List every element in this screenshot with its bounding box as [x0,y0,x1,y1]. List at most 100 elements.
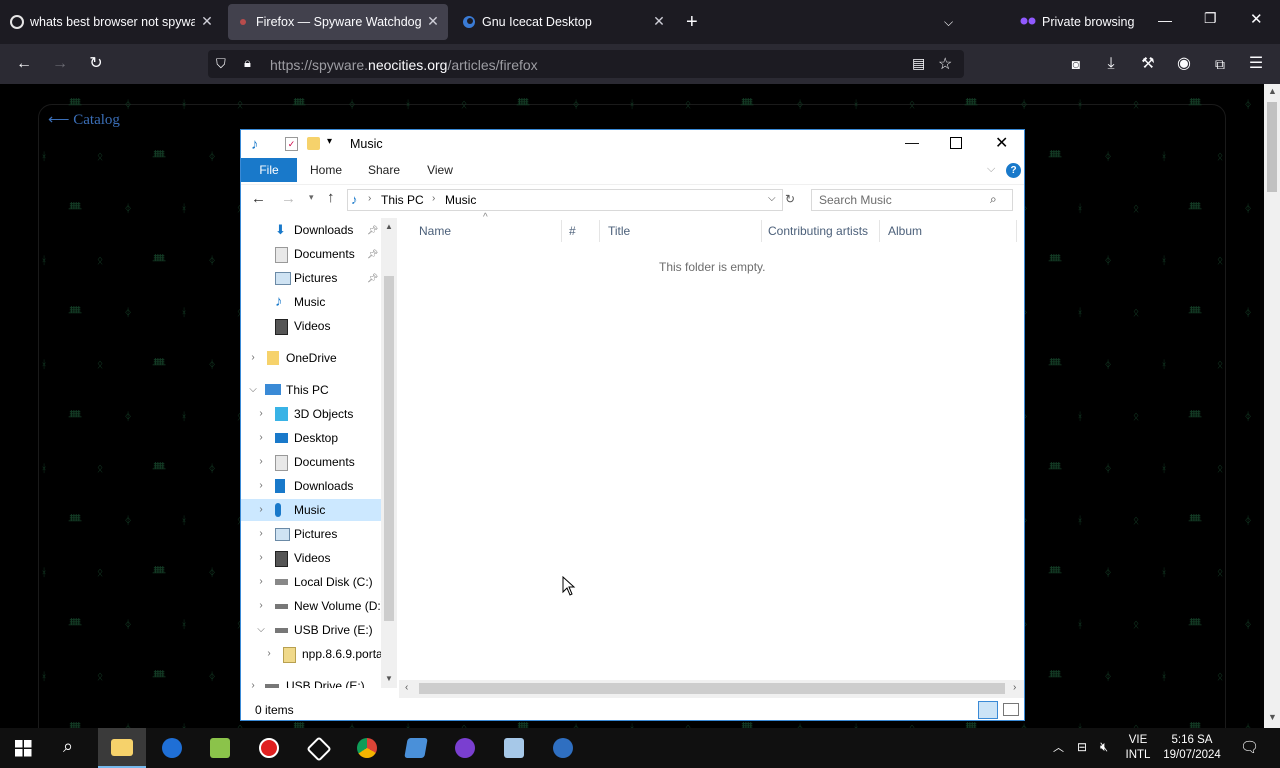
properties-icon[interactable]: ✓ [285,137,298,151]
minimize-window-icon[interactable]: — [905,134,919,150]
breadcrumb-this-pc[interactable]: This PC [381,193,424,207]
column-divider[interactable] [1016,220,1017,242]
minimize-browser-icon[interactable]: — [1158,12,1172,28]
close-window-icon[interactable]: ✕ [995,133,1008,153]
reload-icon[interactable]: ↻ [86,54,106,74]
clock[interactable]: 5:16 SA 19/07/2024 [1158,733,1226,763]
search-button[interactable]: ⌕ [48,728,96,768]
expand-chevron-icon[interactable]: › [256,595,266,617]
notifications-icon[interactable]: 🗨︎ [1240,738,1259,756]
recent-locations-icon[interactable]: ▾ [309,192,314,203]
details-view-icon[interactable] [978,701,998,719]
taskbar-3d-viewer[interactable] [294,728,342,768]
url-text[interactable]: https://spyware.neocities.org/articles/f… [270,57,538,73]
nav-item-this-pc[interactable]: ⌵ This PC [241,379,381,401]
forward-icon[interactable]: → [50,54,70,74]
volume-muted-icon[interactable]: 🔇︎ [1100,739,1108,755]
expand-chevron-icon[interactable]: › [256,403,266,425]
nav-item-local-disk-c[interactable]: › Local Disk (C:) [241,571,381,593]
bookmark-star-icon[interactable]: ☆ [938,54,952,74]
pin-icon[interactable]: 📌︎ [367,267,378,289]
expand-chevron-icon[interactable]: › [256,451,266,473]
column-divider[interactable] [879,220,880,242]
collapse-chevron-icon[interactable]: ⌵ [256,619,266,641]
expand-chevron-icon[interactable]: › [256,547,266,569]
scroll-thumb[interactable] [419,683,1005,694]
scroll-right-icon[interactable]: › [1013,682,1016,693]
close-tab-icon[interactable]: ✕ [426,14,440,28]
breadcrumb-music[interactable]: Music [445,193,476,207]
downloads-icon[interactable]: ⤓ [1101,54,1121,74]
column-divider[interactable] [561,220,562,242]
expand-chevron-icon[interactable]: › [256,475,266,497]
back-icon[interactable]: ← [251,190,266,207]
expand-chevron-icon[interactable]: › [248,347,258,369]
taskbar-private-firefox[interactable] [441,728,489,768]
tab-home[interactable]: Home [303,158,349,182]
address-dropdown-icon[interactable]: ⌵ [768,193,776,204]
nav-item-pictures-quick[interactable]: Pictures 📌︎ [241,267,381,289]
nav-item-3d-objects[interactable]: › 3D Objects [241,403,381,425]
extensions-icon[interactable]: ⧉ [1210,54,1230,74]
network-icon[interactable]: ⊟ [1077,740,1087,754]
taskbar-notepad-plus-plus[interactable] [196,728,244,768]
menu-hamburger-icon[interactable]: ☰ [1246,54,1266,74]
tab-search-results[interactable]: whats best browser not spyware ✕ [2,4,222,40]
tools-wrench-icon[interactable]: ⚒ [1138,54,1158,74]
close-tab-icon[interactable]: ✕ [652,14,666,28]
new-tab-icon[interactable]: + [686,12,704,32]
tab-share[interactable]: Share [361,158,407,182]
nav-pane-scrollbar[interactable]: ▲ ▼ [381,218,397,688]
large-icons-view-icon[interactable] [1003,703,1019,716]
tab-icecat[interactable]: Gnu Icecat Desktop ✕ [454,4,674,40]
scroll-up-icon[interactable]: ▲ [1268,86,1277,96]
taskbar-installer[interactable] [490,728,538,768]
column-divider[interactable] [599,220,600,242]
nav-item-usb-drive-bottom[interactable]: › USB Drive (E:) [241,675,381,688]
close-browser-icon[interactable]: ✕ [1250,10,1264,28]
tab-file[interactable]: File [241,158,297,182]
column-divider[interactable] [761,220,762,242]
page-scrollbar[interactable]: ▲ ▼ [1264,84,1280,728]
start-button[interactable] [0,728,48,768]
expand-chevron-icon[interactable]: › [256,571,266,593]
column-name[interactable]: Name [419,224,451,238]
taskbar-firefox[interactable] [148,728,196,768]
list-tabs-chevron-icon[interactable]: ⌵ [944,12,962,32]
horizontal-scrollbar[interactable]: ‹ › [399,680,1024,698]
new-folder-icon[interactable] [307,137,320,150]
pin-icon[interactable]: 📌︎ [367,243,378,265]
column-number[interactable]: # [569,224,576,238]
collapse-chevron-icon[interactable]: ⌵ [248,379,258,401]
expand-chevron-icon[interactable]: › [256,499,266,521]
input-language[interactable]: VIE INTL [1122,733,1154,763]
nav-item-music[interactable]: › Music [241,499,381,521]
scroll-up-icon[interactable]: ▲ [385,222,393,231]
pin-icon[interactable]: 📌︎ [367,219,378,241]
tab-view[interactable]: View [417,158,463,182]
nav-item-pictures[interactable]: › Pictures [241,523,381,545]
taskbar-icecat[interactable] [539,728,587,768]
nav-item-new-volume-d[interactable]: › New Volume (D:) [241,595,384,617]
taskbar-recorder[interactable] [245,728,293,768]
account-icon[interactable]: ◉ [1174,54,1194,74]
nav-item-usb-drive-e[interactable]: ⌵ USB Drive (E:) [241,619,381,641]
column-title[interactable]: Title [608,224,630,238]
nav-item-npp-portable[interactable]: › npp.8.6.9.portable [241,643,397,665]
column-album[interactable]: Album [888,224,922,238]
forward-icon[interactable]: → [281,190,296,207]
refresh-icon[interactable]: ↻ [785,192,795,206]
shield-icon[interactable]: ⛉ [216,56,232,72]
scroll-down-icon[interactable]: ▼ [385,674,393,683]
tab-spyware-watchdog[interactable]: Firefox — Spyware Watchdog ✕ [228,4,448,40]
nav-item-onedrive[interactable]: › OneDrive [241,347,381,369]
scroll-thumb[interactable] [384,276,394,621]
catalog-link[interactable]: ⟵ Catalog [48,110,120,129]
nav-item-music-quick[interactable]: ♪ Music [241,291,381,313]
nav-item-videos-quick[interactable]: Videos [241,315,381,337]
expand-ribbon-icon[interactable]: ⌵ [987,163,995,176]
pocket-icon[interactable]: ◙ [1066,54,1086,74]
column-contributing-artists[interactable]: Contributing artists [768,224,868,238]
nav-item-documents[interactable]: › Documents [241,451,381,473]
nav-item-downloads[interactable]: › Downloads [241,475,381,497]
